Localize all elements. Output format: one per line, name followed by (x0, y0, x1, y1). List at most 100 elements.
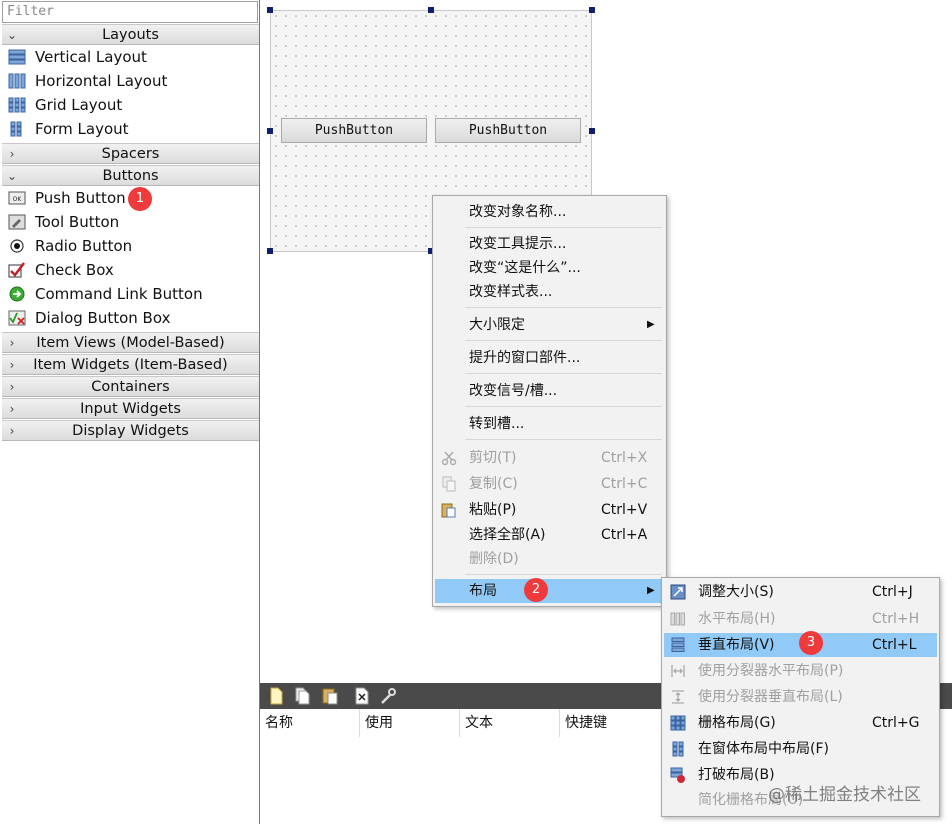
vertical-layout-icon (671, 637, 685, 652)
submenu-item-splitter-vertical[interactable]: 使用分裂器垂直布局(L) (664, 685, 937, 709)
column-header-used[interactable]: 使用 (360, 709, 460, 737)
menu-item-shortcut: Ctrl+V (601, 502, 648, 518)
category-label: Spacers (101, 146, 160, 162)
submenu-item-grid-layout[interactable]: 栅格布局(G) Ctrl+G (664, 711, 937, 735)
category-label: Item Views (Model-Based) (36, 335, 225, 351)
horizontal-layout-icon (8, 73, 26, 89)
menu-item-change-object-name[interactable]: 改变对象名称... (435, 200, 664, 224)
menu-item-change-whats-this[interactable]: 改变“这是什么”... (435, 256, 664, 280)
category-label: Layouts (102, 27, 159, 43)
menu-item-layout[interactable]: 布局 ▶ (435, 579, 664, 603)
context-menu: 改变对象名称... 改变工具提示... 改变“这是什么”... 改变样式表...… (432, 195, 667, 607)
menu-item-size-constraints[interactable]: 大小限定 ▶ (435, 313, 664, 337)
widget-item-radio-button[interactable]: Radio Button (2, 234, 258, 258)
menu-item-label: 提升的窗口部件... (469, 350, 581, 366)
category-label: Input Widgets (80, 401, 181, 417)
menu-item-change-tooltip[interactable]: 改变工具提示... (435, 232, 664, 256)
menu-item-change-stylesheet[interactable]: 改变样式表... (435, 280, 664, 304)
widget-item-label: Form Layout (35, 120, 129, 138)
widget-item-form-layout[interactable]: Form Layout (2, 117, 258, 141)
form-layout-icon (672, 741, 684, 757)
menu-item-go-to-slot[interactable]: 转到槽... (435, 412, 664, 436)
form-push-button-1[interactable]: PushButton (281, 118, 427, 143)
submenu-arrow-icon: ▶ (647, 585, 655, 596)
submenu-item-form-layout[interactable]: 在窗体布局中布局(F) (664, 737, 937, 761)
dialog-button-box-icon (8, 310, 26, 326)
submenu-item-adjust-size[interactable]: 调整大小(S) Ctrl+J (664, 580, 937, 604)
menu-item-cut[interactable]: 剪切(T) Ctrl+X (435, 446, 664, 470)
widget-item-check-box[interactable]: Check Box (2, 258, 258, 282)
menu-item-paste[interactable]: 粘贴(P) Ctrl+V (435, 498, 664, 522)
grid-layout-icon (670, 715, 686, 731)
adjust-size-icon (670, 584, 686, 600)
widget-item-label: Vertical Layout (35, 48, 147, 66)
submenu-item-splitter-horizontal[interactable]: 使用分裂器水平布局(P) (664, 659, 937, 683)
menu-item-shortcut: Ctrl+A (601, 527, 648, 543)
menu-item-copy[interactable]: 复制(C) Ctrl+C (435, 472, 664, 496)
widget-item-tool-button[interactable]: Tool Button (2, 210, 258, 234)
new-action-icon[interactable] (268, 687, 284, 705)
category-containers[interactable]: › Containers (2, 376, 259, 397)
widget-item-dialog-button-box[interactable]: Dialog Button Box (2, 306, 258, 330)
menu-item-label: 水平布局(H) (698, 611, 776, 627)
column-header-name[interactable]: 名称 (260, 709, 360, 737)
widget-item-label: Check Box (35, 261, 114, 279)
menu-item-label: 改变“这是什么”... (469, 260, 581, 276)
settings-wrench-icon[interactable] (380, 687, 396, 705)
column-header-shortcut[interactable]: 快捷键 (560, 709, 660, 737)
category-item-views[interactable]: › Item Views (Model-Based) (2, 332, 259, 353)
resize-handle[interactable] (267, 7, 273, 13)
menu-item-label: 剪切(T) (469, 450, 517, 466)
widget-item-label: Dialog Button Box (35, 309, 171, 327)
category-display-widgets[interactable]: › Display Widgets (2, 420, 259, 441)
paste-action-icon[interactable] (322, 687, 338, 705)
menu-item-shortcut: Ctrl+H (872, 611, 920, 627)
check-box-icon (8, 262, 25, 278)
menu-item-label: 转到槽... (469, 416, 525, 432)
widget-item-vertical-layout[interactable]: Vertical Layout (2, 45, 258, 69)
category-layouts[interactable]: ⌄ Layouts (2, 24, 259, 45)
resize-handle[interactable] (267, 128, 273, 134)
delete-action-icon[interactable] (354, 687, 370, 705)
category-item-widgets[interactable]: › Item Widgets (Item-Based) (2, 354, 259, 375)
category-input-widgets[interactable]: › Input Widgets (2, 398, 259, 419)
filter-input[interactable]: Filter (2, 1, 258, 23)
widget-item-horizontal-layout[interactable]: Horizontal Layout (2, 69, 258, 93)
watermark-text: @稀土掘金技术社区 (768, 785, 921, 805)
splitter-vertical-icon (672, 690, 684, 704)
menu-separator (465, 340, 662, 341)
step-badge-3: 3 (799, 631, 823, 655)
menu-item-label: 改变样式表... (469, 284, 553, 300)
menu-item-label: 选择全部(A) (469, 527, 546, 543)
resize-handle[interactable] (267, 248, 273, 254)
copy-icon (442, 476, 456, 492)
resize-handle[interactable] (428, 7, 434, 13)
menu-item-label: 使用分裂器水平布局(P) (698, 663, 844, 679)
chevron-right-icon: › (9, 424, 15, 438)
category-label: Item Widgets (Item-Based) (33, 357, 228, 373)
menu-item-promoted-widgets[interactable]: 提升的窗口部件... (435, 346, 664, 370)
category-spacers[interactable]: › Spacers (2, 143, 259, 164)
category-label: Containers (91, 379, 170, 395)
menu-item-select-all[interactable]: 选择全部(A) Ctrl+A (435, 523, 664, 547)
column-header-text[interactable]: 文本 (460, 709, 560, 737)
menu-item-label: 在窗体布局中布局(F) (698, 741, 829, 757)
resize-handle[interactable] (589, 128, 595, 134)
widget-item-grid-layout[interactable]: Grid Layout (2, 93, 258, 117)
menu-item-label: 改变信号/槽... (469, 383, 558, 399)
submenu-item-horizontal-layout[interactable]: 水平布局(H) Ctrl+H (664, 607, 937, 631)
menu-item-delete[interactable]: 删除(D) (435, 547, 664, 571)
menu-separator (465, 307, 662, 308)
horizontal-layout-icon (670, 612, 685, 626)
category-buttons[interactable]: ⌄ Buttons (2, 165, 259, 186)
menu-item-shortcut: Ctrl+G (872, 715, 920, 731)
form-push-button-2[interactable]: PushButton (435, 118, 581, 143)
widget-item-command-link-button[interactable]: Command Link Button (2, 282, 258, 306)
copy-action-icon[interactable] (294, 687, 310, 705)
form-layout-icon (10, 121, 22, 137)
menu-item-change-signals-slots[interactable]: 改变信号/槽... (435, 379, 664, 403)
chevron-right-icon: › (9, 402, 15, 416)
menu-item-label: 删除(D) (469, 551, 519, 567)
resize-handle[interactable] (589, 7, 595, 13)
chevron-right-icon: › (9, 147, 15, 161)
